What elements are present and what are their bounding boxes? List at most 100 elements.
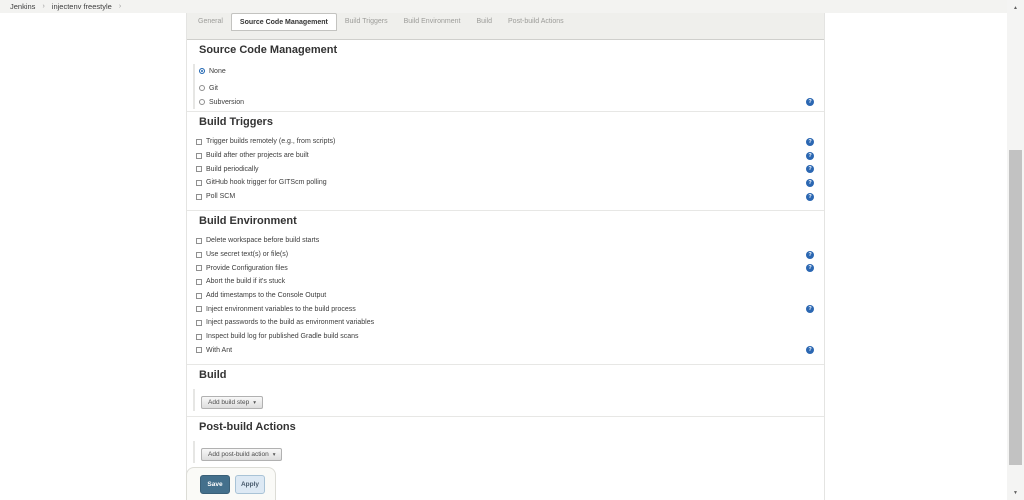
section-build-triggers: Build Triggers Trigger builds remotely (… <box>187 112 824 211</box>
help-icon[interactable]: ? <box>806 264 814 273</box>
checkbox-row: Delete workspace before build starts <box>196 234 824 248</box>
radio-subversion[interactable] <box>199 99 205 105</box>
help-icon[interactable]: ? <box>806 178 814 187</box>
radio-row-subversion: Subversion ? <box>199 95 824 109</box>
section-title: Post-build Actions <box>199 421 296 433</box>
section-title: Source Code Management <box>199 44 338 56</box>
checkbox-label[interactable]: Provide Configuration files <box>206 265 288 272</box>
checkbox-label[interactable]: Inject environment variables to the buil… <box>206 306 356 313</box>
post-build-action-group: Add post-build action ▾ <box>193 441 824 463</box>
checkbox-row: Poll SCM ? <box>196 190 824 204</box>
checkbox-row: With Ant ? <box>196 344 824 358</box>
add-build-step-button[interactable]: Add build step ▾ <box>201 396 263 409</box>
checkbox-label[interactable]: Build after other projects are built <box>206 152 309 159</box>
checkbox-row: Inject environment variables to the buil… <box>196 302 824 316</box>
checkbox-row: Abort the build if it's stuck <box>196 275 824 289</box>
checkbox-provide-config-files[interactable] <box>196 265 202 272</box>
apply-button[interactable]: Apply <box>235 474 265 494</box>
checkbox-label[interactable]: Inject passwords to the build as environ… <box>206 319 374 326</box>
checkbox-row: Build periodically ? <box>196 162 824 176</box>
checkbox-label[interactable]: Use secret text(s) or file(s) <box>206 251 288 258</box>
scroll-down-icon[interactable]: ▼ <box>1007 485 1024 500</box>
checkbox-row: Add timestamps to the Console Output <box>196 289 824 303</box>
checkbox-row: Use secret text(s) or file(s) ? <box>196 248 824 262</box>
config-tab-bar: General Source Code Management Build Tri… <box>187 13 824 40</box>
checkbox-row: GitHub hook trigger for GITScm polling ? <box>196 176 824 190</box>
checkbox-with-ant[interactable] <box>196 347 202 354</box>
scroll-up-icon[interactable]: ▲ <box>1007 0 1024 15</box>
checkbox-delete-workspace[interactable] <box>196 237 202 244</box>
help-icon[interactable]: ? <box>806 192 814 201</box>
save-bar: Save Apply <box>186 467 276 500</box>
radio-git[interactable] <box>199 85 205 91</box>
tab-general[interactable]: General <box>190 13 231 31</box>
config-content-column: General Source Code Management Build Tri… <box>186 13 825 500</box>
checkbox-label[interactable]: Poll SCM <box>206 193 235 200</box>
checkbox-add-timestamps[interactable] <box>196 292 202 299</box>
scrollbar-thumb[interactable] <box>1009 150 1022 465</box>
breadcrumb-link-job[interactable]: injectenv freestyle <box>52 2 112 11</box>
checkbox-use-secret-text[interactable] <box>196 251 202 258</box>
help-icon[interactable]: ? <box>806 98 814 106</box>
radio-row-git: Git <box>199 81 824 95</box>
checkbox-build-periodically[interactable] <box>196 166 202 173</box>
checkbox-label[interactable]: Add timestamps to the Console Output <box>206 292 326 299</box>
section-build: Build Add build step ▾ <box>187 365 824 417</box>
checkbox-build-after-projects[interactable] <box>196 152 202 159</box>
checkbox-inject-env-variables[interactable] <box>196 306 202 313</box>
checkbox-label[interactable]: With Ant <box>206 347 232 354</box>
build-step-group: Add build step ▾ <box>193 389 824 411</box>
help-icon[interactable]: ? <box>806 137 814 146</box>
tab-source-code-management[interactable]: Source Code Management <box>230 13 337 31</box>
jenkins-config-page: Jenkins › injectenv freestyle › General … <box>0 0 1024 500</box>
breadcrumb: Jenkins › injectenv freestyle › <box>0 0 1007 13</box>
breadcrumb-chevron-icon[interactable]: › <box>119 3 121 10</box>
checkbox-label[interactable]: Build periodically <box>206 166 259 173</box>
checkbox-inspect-gradle-scans[interactable] <box>196 333 202 340</box>
tab-build-triggers[interactable]: Build Triggers <box>337 13 396 31</box>
checkbox-row: Build after other projects are built ? <box>196 149 824 163</box>
radio-label[interactable]: Git <box>209 85 218 92</box>
checkbox-trigger-remote[interactable] <box>196 138 202 145</box>
checkbox-github-hook[interactable] <box>196 179 202 186</box>
checkbox-label[interactable]: Abort the build if it's stuck <box>206 278 285 285</box>
radio-row-none: None <box>199 64 824 78</box>
help-icon[interactable]: ? <box>806 165 814 174</box>
checkbox-poll-scm[interactable] <box>196 193 202 200</box>
save-button[interactable]: Save <box>200 474 230 494</box>
checkbox-row: Trigger builds remotely (e.g., from scri… <box>196 135 824 149</box>
checkbox-label[interactable]: Trigger builds remotely (e.g., from scri… <box>206 138 335 145</box>
checkbox-label[interactable]: Inspect build log for published Gradle b… <box>206 333 359 340</box>
radio-none[interactable] <box>199 68 205 74</box>
help-icon[interactable]: ? <box>806 151 814 160</box>
help-icon[interactable]: ? <box>806 250 814 259</box>
checkbox-row: Inspect build log for published Gradle b… <box>196 330 824 344</box>
section-source-code-management: Source Code Management None Git Subversi… <box>187 40 824 112</box>
vertical-scrollbar[interactable]: ▲ ▼ <box>1007 0 1024 500</box>
section-title: Build Environment <box>199 215 297 227</box>
checkbox-label[interactable]: Delete workspace before build starts <box>206 237 319 244</box>
checkbox-row: Inject passwords to the build as environ… <box>196 316 824 330</box>
radio-label[interactable]: None <box>209 68 226 75</box>
add-post-build-action-button[interactable]: Add post-build action ▾ <box>201 448 283 461</box>
section-build-environment: Build Environment Delete workspace befor… <box>187 211 824 365</box>
help-icon[interactable]: ? <box>806 346 814 355</box>
section-title: Build <box>199 369 227 381</box>
triggers-checkbox-group: Trigger builds remotely (e.g., from scri… <box>196 135 824 203</box>
tab-post-build-actions[interactable]: Post-build Actions <box>500 13 572 31</box>
section-post-build-actions: Post-build Actions Add post-build action… <box>187 417 824 500</box>
help-icon[interactable]: ? <box>806 305 814 314</box>
checkbox-inject-passwords[interactable] <box>196 319 202 326</box>
checkbox-abort-stuck-build[interactable] <box>196 278 202 285</box>
breadcrumb-link-jenkins[interactable]: Jenkins <box>10 2 35 11</box>
chevron-down-icon: ▾ <box>272 451 276 458</box>
checkbox-label[interactable]: GitHub hook trigger for GITScm polling <box>206 179 327 186</box>
tab-build[interactable]: Build <box>468 13 500 31</box>
chevron-down-icon: ▾ <box>253 399 256 406</box>
tab-build-environment[interactable]: Build Environment <box>396 13 469 31</box>
add-post-build-action-label: Add post-build action <box>208 451 269 458</box>
radio-label[interactable]: Subversion <box>209 99 244 106</box>
breadcrumb-chevron-icon: › <box>42 3 45 10</box>
section-title: Build Triggers <box>199 116 273 128</box>
add-build-step-label: Add build step <box>208 399 250 406</box>
